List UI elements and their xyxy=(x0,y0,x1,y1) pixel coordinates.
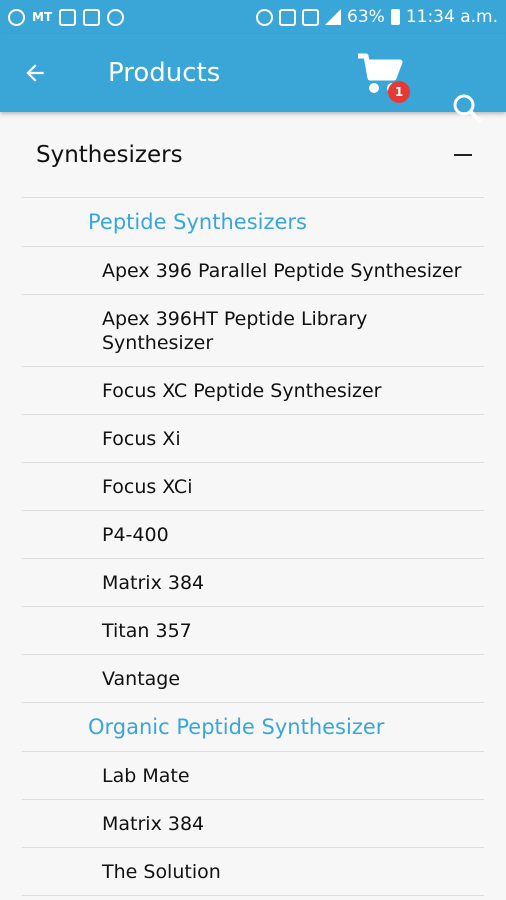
subcategory-peptide-synthesizers[interactable]: Peptide Synthesizers xyxy=(22,198,484,247)
product-list: Synthesizers Peptide Synthesizers Apex 3… xyxy=(0,112,506,896)
list-item-label: Focus XC Peptide Synthesizer xyxy=(102,379,382,402)
list-item[interactable]: Lab Mate xyxy=(22,752,484,800)
clock: 11:34 a.m. xyxy=(405,7,498,27)
list-item-label: Matrix 384 xyxy=(102,812,205,835)
cart-badge: 1 xyxy=(388,81,410,103)
list-item-label: Apex 396 Parallel Peptide Synthesizer xyxy=(102,259,462,282)
list-item[interactable]: Focus Xi xyxy=(22,415,484,463)
subcategory-organic-peptide-synthesizer[interactable]: Organic Peptide Synthesizer xyxy=(22,703,484,752)
battery-icon xyxy=(390,9,400,25)
search-icon xyxy=(453,94,482,123)
email-icon xyxy=(83,8,101,26)
nfc-icon xyxy=(302,8,320,26)
search-button[interactable] xyxy=(449,90,485,126)
list-item-label: The Solution xyxy=(102,860,221,883)
list-item-label: P4-400 xyxy=(102,523,169,546)
category-label: Synthesizers xyxy=(36,141,183,168)
gallery-icon xyxy=(59,8,77,26)
list-item[interactable]: Apex 396 Parallel Peptide Synthesizer xyxy=(22,247,484,295)
list-item-label: Focus Xi xyxy=(102,427,181,450)
status-bar: MT 63% 11:34 a.m. xyxy=(0,0,506,34)
alarm-icon xyxy=(256,8,274,26)
subcategory-label: Peptide Synthesizers xyxy=(88,210,307,234)
signal-icon xyxy=(325,9,342,25)
subcategory-label: Organic Peptide Synthesizer xyxy=(88,715,385,739)
back-arrow-icon xyxy=(26,64,44,82)
collapse-icon[interactable] xyxy=(454,153,472,156)
list-item-label: Apex 396HT Peptide Library Synthesizer xyxy=(102,307,368,354)
category-synthesizers[interactable]: Synthesizers xyxy=(22,112,484,198)
list-item-label: Titan 357 xyxy=(102,619,192,642)
list-item[interactable]: Apex 396HT Peptide Library Synthesizer xyxy=(22,295,484,367)
list-item[interactable]: P4-400 xyxy=(22,511,484,559)
list-item[interactable]: The Solution xyxy=(22,848,484,896)
list-item-label: Lab Mate xyxy=(102,764,190,787)
list-item[interactable]: Titan 357 xyxy=(22,607,484,655)
whatsapp-icon xyxy=(107,8,125,26)
list-item[interactable]: Vantage xyxy=(22,655,484,703)
list-item[interactable]: Matrix 384 xyxy=(22,800,484,848)
list-item[interactable]: Focus XC Peptide Synthesizer xyxy=(22,367,484,415)
list-item[interactable]: Focus XCi xyxy=(22,463,484,511)
list-item-label: Focus XCi xyxy=(102,475,193,498)
list-item-label: Matrix 384 xyxy=(102,571,205,594)
page-title: Products xyxy=(108,58,221,88)
back-button[interactable] xyxy=(0,34,70,112)
list-item-label: Vantage xyxy=(102,667,181,690)
list-item[interactable]: Matrix 384 xyxy=(22,559,484,607)
sync-icon xyxy=(8,8,25,26)
battery-percent: 63% xyxy=(347,7,385,27)
app-bar: Products 1 xyxy=(0,34,506,123)
carrier-text: MT xyxy=(32,10,53,24)
notification-icon xyxy=(279,8,297,26)
